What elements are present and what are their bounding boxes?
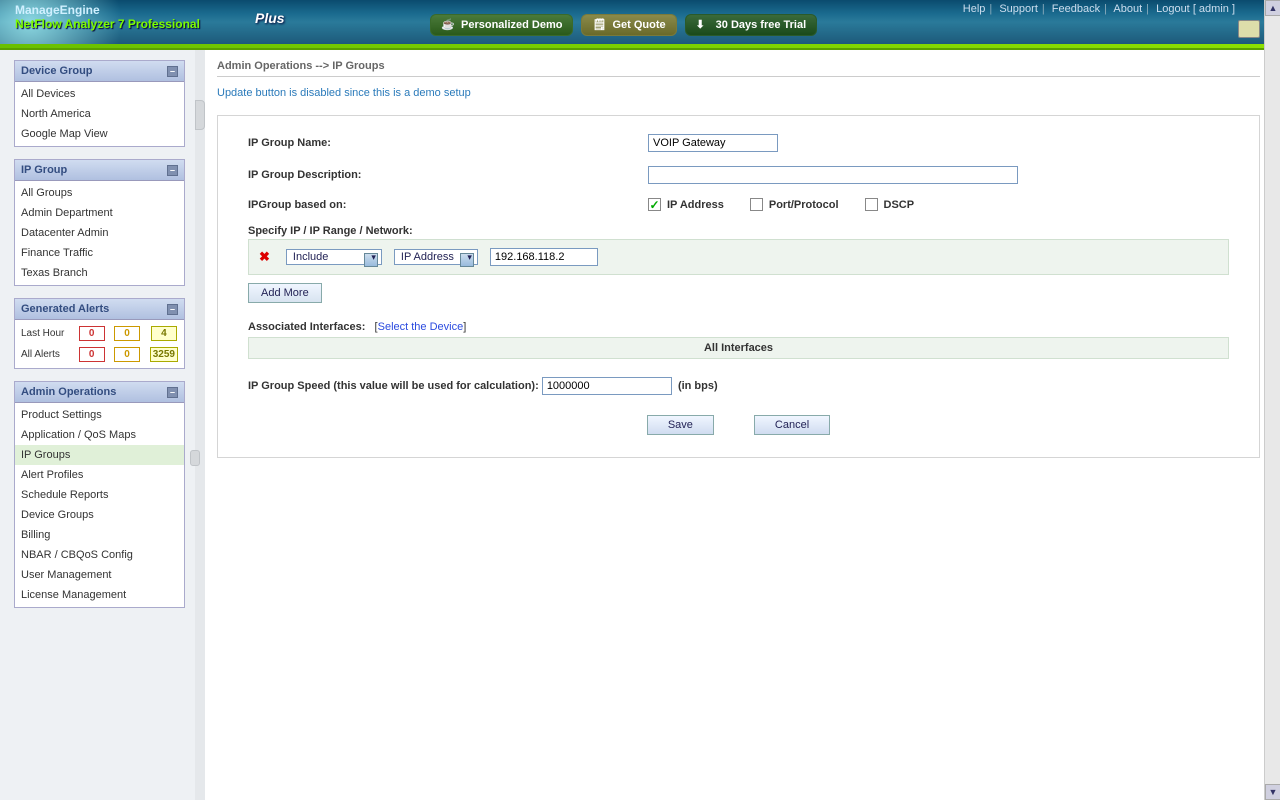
alert-badge-red[interactable]: 0 — [79, 347, 105, 362]
ipgroup-name-input[interactable] — [648, 134, 778, 152]
ipgroup-speed-input[interactable] — [542, 377, 672, 395]
get-quote-button[interactable]: 🗒 Get Quote — [581, 14, 676, 36]
sidebar-item-admin-ops[interactable]: User Management — [15, 565, 184, 585]
save-button[interactable]: Save — [647, 415, 714, 435]
demo-note: Update button is disabled since this is … — [217, 77, 1260, 115]
ip-group-title: IP Group — [21, 164, 67, 176]
rule-mode-select[interactable]: Include — [286, 249, 382, 265]
collapse-icon[interactable]: – — [167, 66, 178, 77]
generated-alerts-panel: Generated Alerts – Last Hour004All Alert… — [14, 298, 185, 369]
admin-operations-panel: Admin Operations – Product SettingsAppli… — [14, 381, 185, 608]
sidebar-item-admin-ops[interactable]: IP Groups — [15, 445, 184, 465]
scroll-down-icon[interactable]: ▼ — [1265, 784, 1280, 800]
check-icon — [750, 198, 763, 211]
personalized-demo-button[interactable]: ☕ Personalized Demo — [430, 14, 573, 36]
brand-top: ManageEngine — [15, 3, 200, 17]
collapse-icon[interactable]: – — [167, 387, 178, 398]
sidebar-item-admin-ops[interactable]: Product Settings — [15, 405, 184, 425]
cancel-button[interactable]: Cancel — [754, 415, 830, 435]
coffee-icon: ☕ — [441, 18, 455, 32]
alert-badge-orange[interactable]: 0 — [114, 326, 140, 341]
label-ipgroup-name: IP Group Name: — [248, 137, 648, 149]
checkbox-port-protocol[interactable]: Port/Protocol — [750, 198, 839, 211]
vertical-scrollbar[interactable]: ▲ ▼ — [1264, 0, 1280, 800]
sidebar-collapse-handle[interactable] — [195, 100, 205, 130]
about-link[interactable]: About — [1113, 3, 1142, 15]
label-associated-interfaces: Associated Interfaces: — [248, 321, 365, 333]
sidebar-item-admin-ops[interactable]: Billing — [15, 525, 184, 545]
tools-icon[interactable] — [1238, 20, 1260, 38]
sidebar-item-ip-group[interactable]: Texas Branch — [15, 263, 184, 283]
sidebar-item-admin-ops[interactable]: Schedule Reports — [15, 485, 184, 505]
device-group-panel: Device Group – All DevicesNorth AmericaG… — [14, 60, 185, 147]
logout-link[interactable]: Logout — [1156, 3, 1190, 15]
brand-logo: ManageEngine NetFlow Analyzer 7 Professi… — [15, 3, 200, 31]
free-trial-button[interactable]: ⬇ 30 Days free Trial — [685, 14, 818, 36]
alert-badge-yellow[interactable]: 3259 — [150, 347, 178, 362]
sidebar-item-admin-ops[interactable]: Application / QoS Maps — [15, 425, 184, 445]
breadcrumb: Admin Operations --> IP Groups — [217, 56, 1260, 77]
add-more-button[interactable]: Add More — [248, 283, 322, 303]
alert-row-label: All Alerts — [17, 345, 73, 364]
trial-label: 30 Days free Trial — [716, 19, 807, 31]
sidebar-item-ip-group[interactable]: Finance Traffic — [15, 243, 184, 263]
all-interfaces-box: All Interfaces — [248, 337, 1229, 359]
label-ipgroup-speed: IP Group Speed (this value will be used … — [248, 380, 539, 392]
calculator-icon: 🗒 — [592, 18, 606, 32]
quote-label: Get Quote — [612, 19, 665, 31]
sidebar-item-admin-ops[interactable]: NBAR / CBQoS Config — [15, 545, 184, 565]
label-ipgroup-desc: IP Group Description: — [248, 169, 648, 181]
admin-ops-title: Admin Operations — [21, 386, 116, 398]
top-links: Help| Support| Feedback| About| Logout [… — [963, 3, 1235, 15]
rule-value-input[interactable] — [490, 248, 598, 266]
sidebar-collapse-handle-2[interactable] — [190, 450, 200, 466]
brand-bottom: NetFlow Analyzer 7 Professional — [15, 17, 200, 31]
alert-row-label: Last Hour — [17, 324, 73, 343]
rule-type-select[interactable]: IP Address — [394, 249, 478, 265]
ip-group-form: IP Group Name: IP Group Description: IPG… — [217, 115, 1260, 458]
sidebar-item-ip-group[interactable]: Datacenter Admin — [15, 223, 184, 243]
ip-rule-row: ✖ Include IP Address — [248, 239, 1229, 275]
plus-badge: Plus — [255, 10, 285, 26]
label-based-on: IPGroup based on: — [248, 199, 648, 211]
checkbox-dscp[interactable]: DSCP — [865, 198, 915, 211]
remove-rule-icon[interactable]: ✖ — [255, 249, 274, 265]
scroll-up-icon[interactable]: ▲ — [1265, 0, 1280, 16]
ipgroup-desc-input[interactable] — [648, 166, 1018, 184]
download-icon: ⬇ — [696, 18, 710, 32]
sidebar-item-admin-ops[interactable]: License Management — [15, 585, 184, 605]
demo-label: Personalized Demo — [461, 19, 562, 31]
ip-group-panel: IP Group – All GroupsAdmin DepartmentDat… — [14, 159, 185, 286]
alerts-title: Generated Alerts — [21, 303, 109, 315]
sidebar-item-ip-group[interactable]: Admin Department — [15, 203, 184, 223]
collapse-icon[interactable]: – — [167, 304, 178, 315]
sidebar-item-admin-ops[interactable]: Device Groups — [15, 505, 184, 525]
sidebar-item-device-group[interactable]: All Devices — [15, 84, 184, 104]
sidebar-item-device-group[interactable]: Google Map View — [15, 124, 184, 144]
check-icon — [648, 198, 661, 211]
label-bps: (in bps) — [678, 380, 718, 392]
help-link[interactable]: Help — [963, 3, 986, 15]
support-link[interactable]: Support — [999, 3, 1038, 15]
alert-badge-red[interactable]: 0 — [79, 326, 105, 341]
checkbox-ip-address[interactable]: IP Address — [648, 198, 724, 211]
current-user: [ admin ] — [1193, 3, 1235, 15]
label-specify-ip: Specify IP / IP Range / Network: — [248, 225, 413, 237]
alert-badge-orange[interactable]: 0 — [114, 347, 140, 362]
select-device-link[interactable]: Select the Device — [378, 321, 464, 333]
check-icon — [865, 198, 878, 211]
alert-badge-yellow[interactable]: 4 — [151, 326, 177, 341]
sidebar-item-ip-group[interactable]: All Groups — [15, 183, 184, 203]
sidebar-item-admin-ops[interactable]: Alert Profiles — [15, 465, 184, 485]
sidebar-item-device-group[interactable]: North America — [15, 104, 184, 124]
device-group-title: Device Group — [21, 65, 93, 77]
feedback-link[interactable]: Feedback — [1052, 3, 1100, 15]
collapse-icon[interactable]: – — [167, 165, 178, 176]
